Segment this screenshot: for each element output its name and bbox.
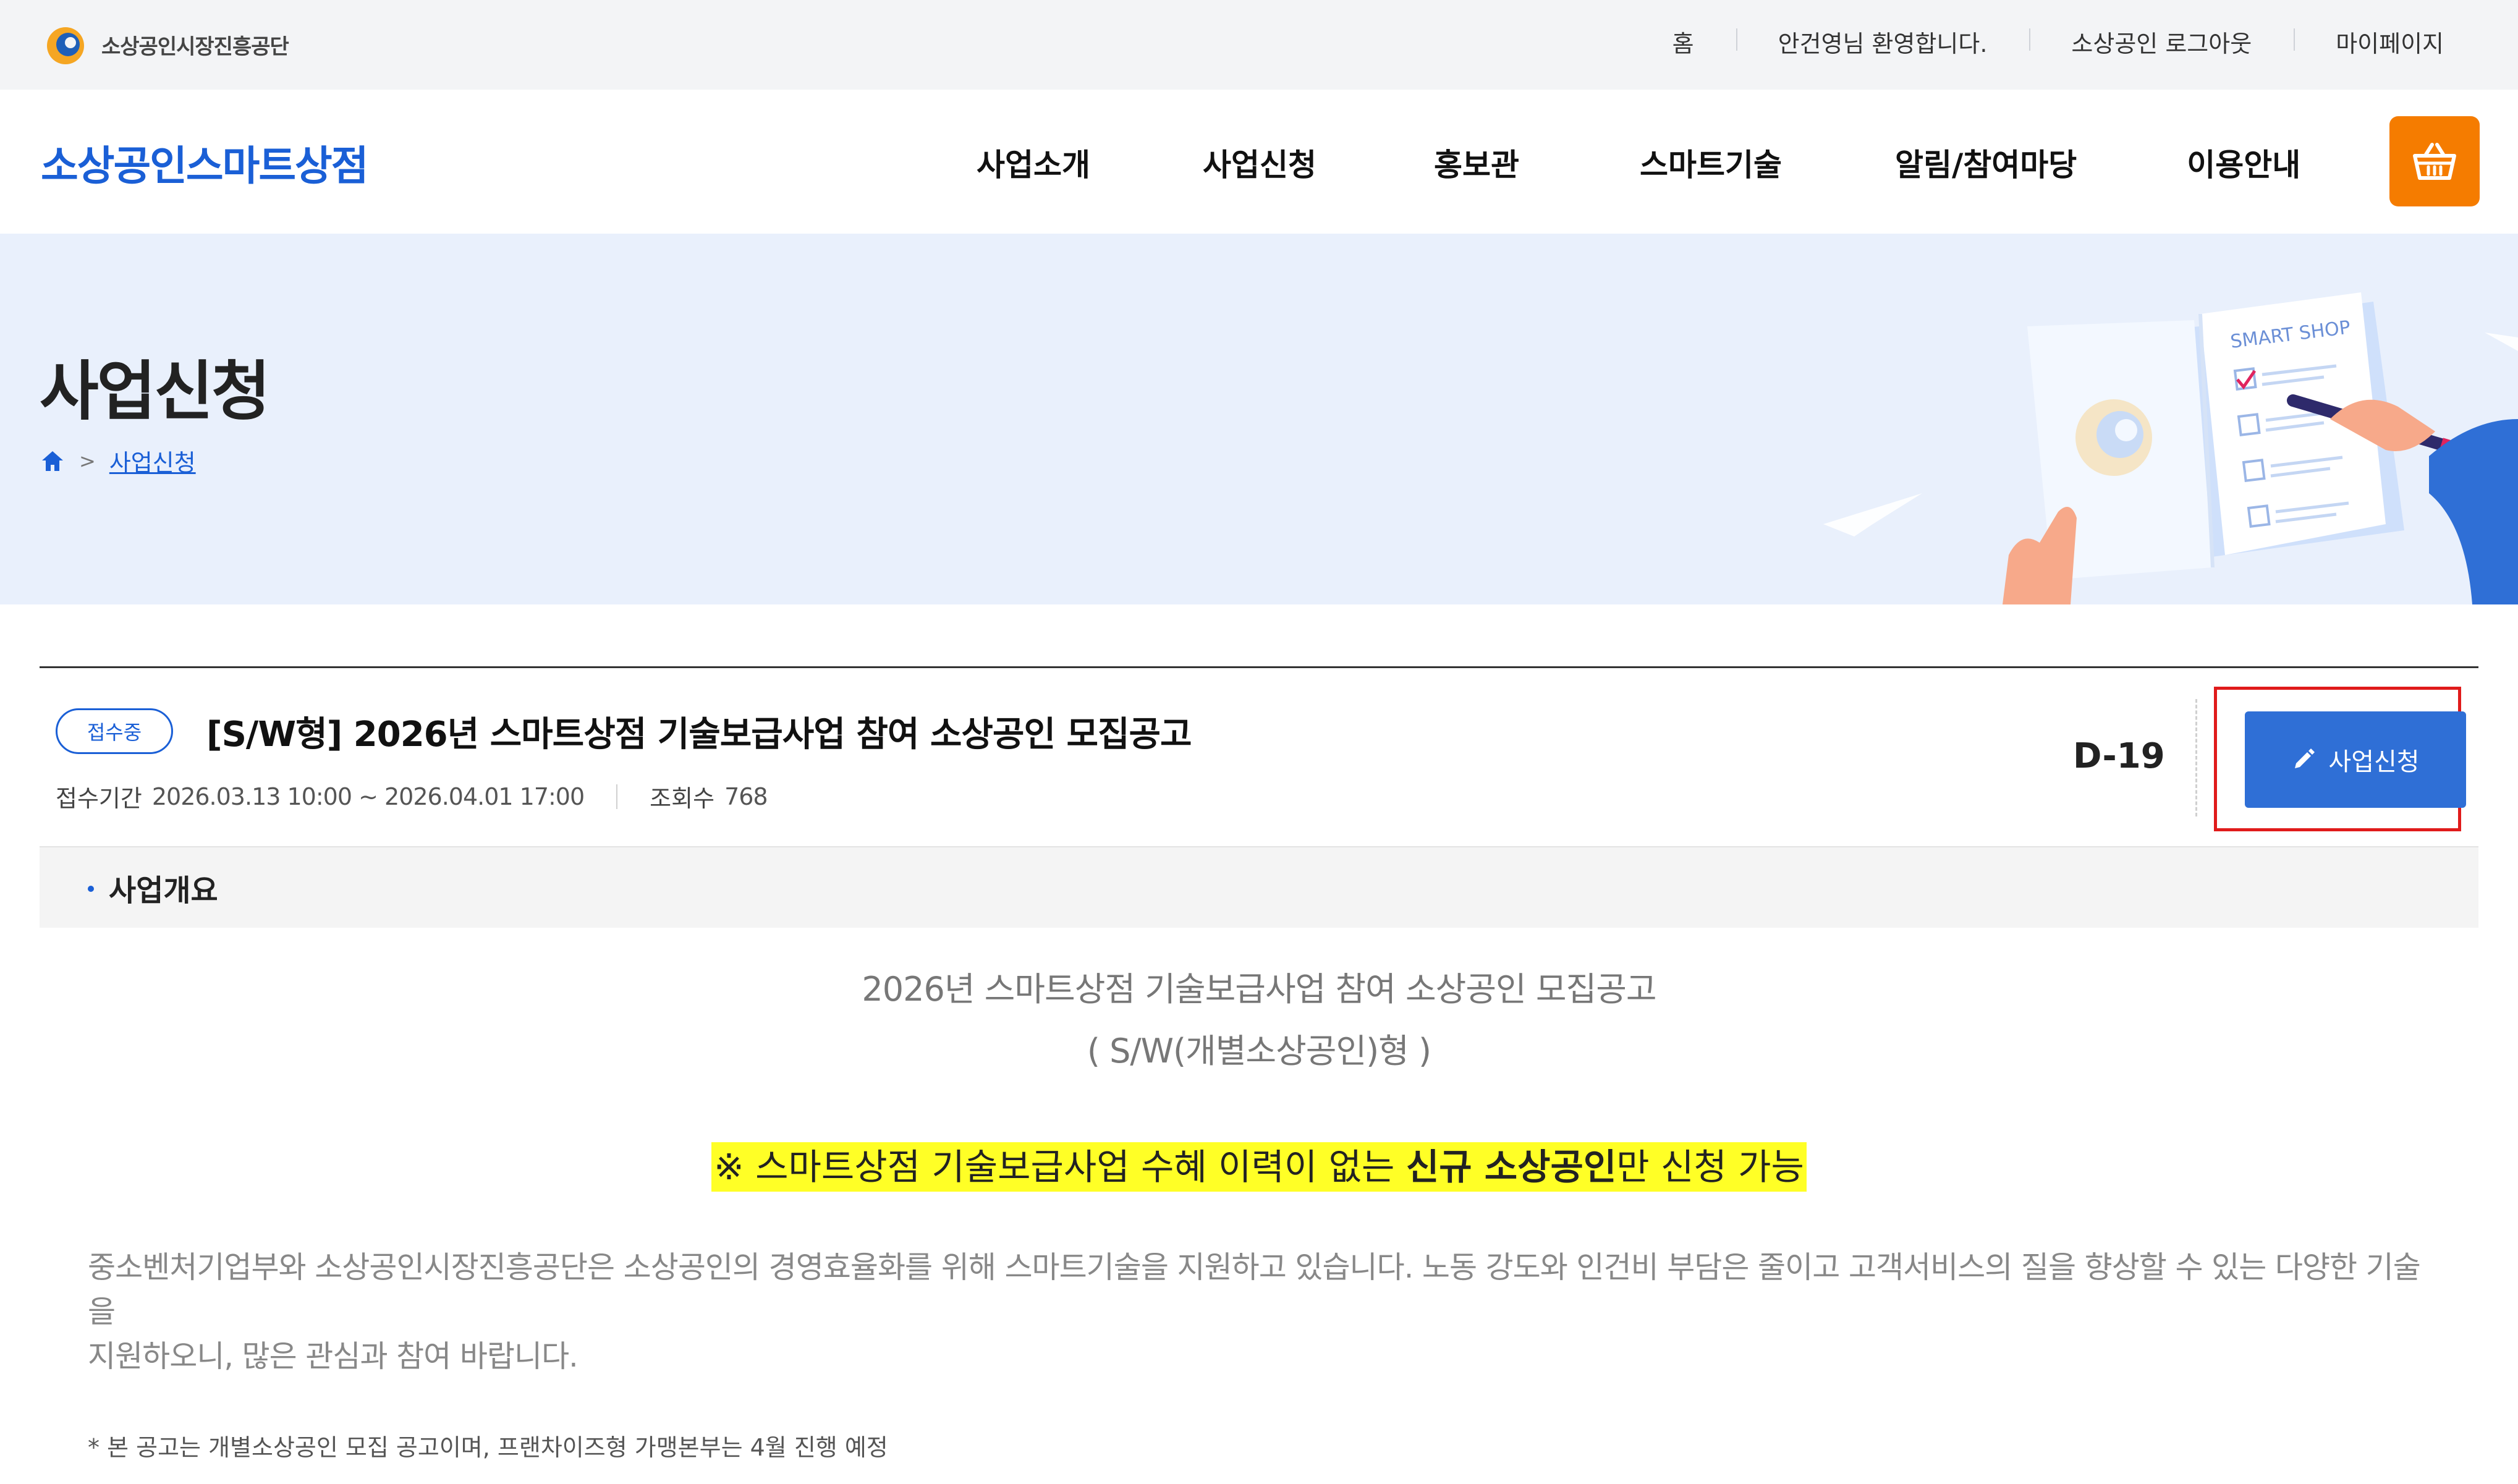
util-welcome-text: 안건영님 환영합니다. — [1736, 25, 2030, 59]
section-heading: 사업개요 — [40, 847, 2478, 928]
org-name: 소상공인시장진흥공단 — [101, 34, 289, 59]
eligibility-notice: ※ 스마트상점 기술보급사업 수혜 이력이 없는 신규 소상공인만 신청 가능 — [40, 1138, 2478, 1192]
page-title: 사업신청 — [40, 354, 271, 429]
home-icon[interactable] — [40, 448, 66, 474]
util-link-mypage[interactable]: 마이페이지 — [2294, 25, 2444, 59]
dday-counter: D-19 — [2073, 736, 2165, 776]
breadcrumb-current[interactable]: 사업신청 — [109, 444, 196, 478]
pencil-icon — [2295, 748, 2315, 768]
nav-item-smart-tech[interactable]: 스마트기술 — [1640, 140, 1782, 185]
notice-header: 접수중 [S/W형] 2026년 스마트상점 기술보급사업 참여 소상공인 모집… — [40, 668, 2478, 847]
main-header: 소상공인스마트상점 사업소개 사업신청 홍보관 스마트기술 알림/참여마당 이용… — [0, 90, 2518, 234]
page-hero: 사업신청 > 사업신청 SMART SHOP — [0, 234, 2518, 604]
bullet-icon — [88, 886, 94, 892]
meta-divider — [616, 784, 618, 809]
highlight-bold: 신규 소상공인 — [1405, 1146, 1617, 1188]
notice-body: 2026년 스마트상점 기술보급사업 참여 소상공인 모집공고 ( S/W(개별… — [40, 959, 2478, 1462]
util-link-logout[interactable]: 소상공인 로그아웃 — [2029, 25, 2294, 59]
nav-item-notice[interactable]: 알림/참여마당 — [1895, 140, 2077, 185]
paper-plane-icon — [1823, 493, 1922, 536]
intro-paragraph-line2: 지원하오니, 많은 관심과 참여 바랍니다. — [88, 1339, 579, 1374]
breadcrumb: > 사업신청 — [40, 444, 196, 478]
footnote: * 본 공고는 개별소상공인 모집 공고이며, 프랜차이즈형 가맹본부는 4월 … — [88, 1434, 888, 1461]
views-value: 768 — [724, 782, 768, 810]
apply-button[interactable]: 사업신청 — [2245, 711, 2466, 808]
highlight-post: 만 신청 가능 — [1616, 1146, 1804, 1188]
basket-icon — [2413, 143, 2456, 180]
period-value: 2026.03.13 10:00 ~ 2026.04.01 17:00 — [151, 782, 585, 810]
body-title-line2: ( S/W(개별소상공인)형 ) — [1087, 1032, 1431, 1071]
apply-button-label: 사업신청 — [2328, 748, 2420, 776]
section-heading-text: 사업개요 — [109, 873, 218, 908]
dashed-divider — [2195, 699, 2197, 816]
highlighted-text: ※ 스마트상점 기술보급사업 수혜 이력이 없는 신규 소상공인만 신청 가능 — [711, 1142, 1807, 1192]
org-logo-icon — [43, 23, 90, 66]
notice-detail: 접수중 [S/W형] 2026년 스마트상점 기술보급사업 참여 소상공인 모집… — [40, 666, 2478, 1462]
global-nav: 사업소개 사업신청 홍보관 스마트기술 알림/참여마당 이용안내 — [977, 140, 2300, 185]
nav-item-promo[interactable]: 홍보관 — [1434, 140, 1519, 185]
org-logo[interactable]: 소상공인시장진흥공단 — [43, 23, 289, 66]
notebook-illustration: SMART SHOP — [1823, 292, 2518, 604]
chevron-right-icon: > — [79, 449, 96, 473]
cart-button[interactable] — [2389, 116, 2480, 206]
site-logo[interactable]: 소상공인스마트상점 — [41, 133, 368, 192]
nav-item-about[interactable]: 사업소개 — [977, 140, 1090, 185]
utility-bar: 소상공인시장진흥공단 홈 안건영님 환영합니다. 소상공인 로그아웃 마이페이지 — [0, 0, 2518, 90]
views-label: 조회수 — [650, 785, 715, 812]
status-badge: 접수중 — [56, 708, 173, 754]
utility-nav: 홈 안건영님 환영합니다. 소상공인 로그아웃 마이페이지 — [1630, 25, 2444, 59]
period-label: 접수기간 — [56, 785, 142, 812]
body-title-line1: 2026년 스마트상점 기술보급사업 참여 소상공인 모집공고 — [862, 970, 1656, 1009]
notice-meta: 접수기간 2026.03.13 10:00 ~ 2026.04.01 17:00… — [56, 779, 768, 813]
util-link-home[interactable]: 홈 — [1630, 25, 1736, 59]
intro-paragraph: 중소벤처기업부와 소상공인시장진흥공단은 소상공인의 경영효율화를 위해 스마트… — [40, 1245, 2478, 1379]
nav-item-apply[interactable]: 사업신청 — [1203, 140, 1316, 185]
body-title: 2026년 스마트상점 기술보급사업 참여 소상공인 모집공고 ( S/W(개별… — [40, 959, 2478, 1082]
nav-item-guide[interactable]: 이용안내 — [2187, 140, 2300, 185]
highlight-pre: ※ 스마트상점 기술보급사업 수혜 이력이 없는 — [714, 1146, 1406, 1188]
intro-paragraph-line1: 중소벤처기업부와 소상공인시장진흥공단은 소상공인의 경영효율화를 위해 스마트… — [88, 1250, 2421, 1329]
notice-title: [S/W형] 2026년 스마트상점 기술보급사업 참여 소상공인 모집공고 — [206, 714, 1192, 755]
